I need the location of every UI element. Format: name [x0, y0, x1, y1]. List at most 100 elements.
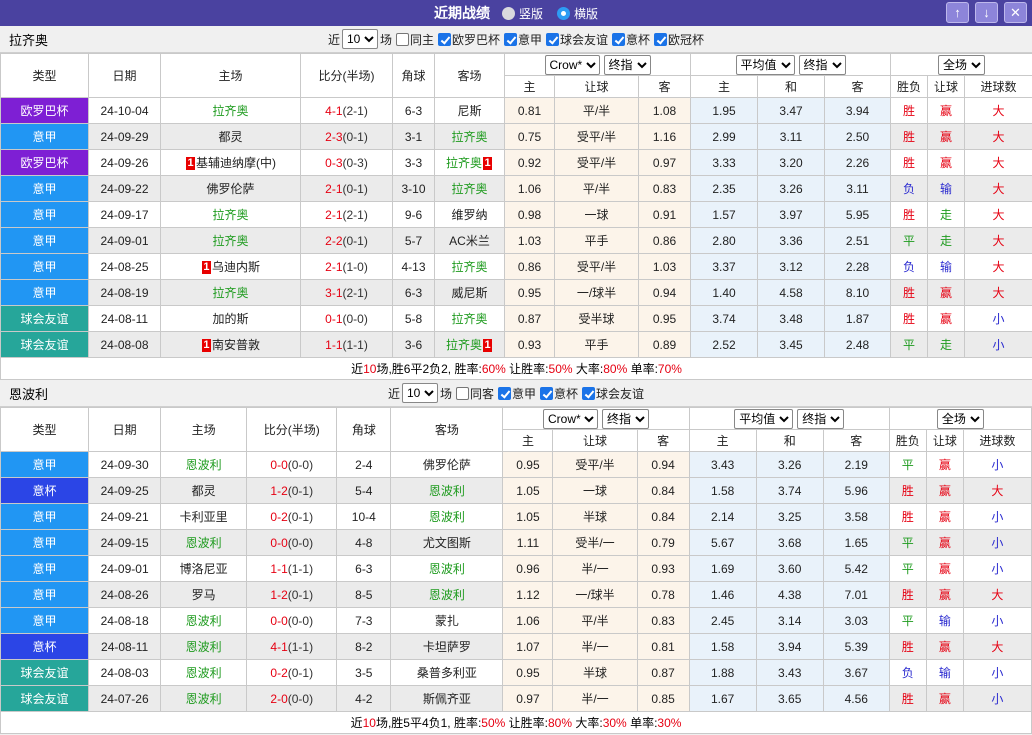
summary-segment: 30% — [657, 716, 681, 730]
corner-cell: 3-3 — [393, 150, 435, 176]
match-type-cell: 意甲 — [1, 582, 89, 608]
layout-radio-item[interactable]: 横版 — [557, 5, 598, 22]
same-venue-filter[interactable]: 同客 — [456, 385, 494, 402]
corner-cell: 6-3 — [393, 280, 435, 306]
league-filter-item[interactable]: 球会友谊 — [546, 31, 608, 48]
bookmaker-select[interactable]: Crow* — [543, 409, 598, 429]
layout-radio-item[interactable]: 竖版 — [502, 5, 543, 22]
radio-label: 横版 — [574, 5, 598, 22]
league-checkbox[interactable] — [582, 387, 595, 400]
home-odds-cell: 1.03 — [505, 228, 555, 254]
home-odds-cell: 1.07 — [503, 634, 553, 660]
league-checkbox[interactable] — [438, 33, 451, 46]
league-checkbox[interactable] — [540, 387, 553, 400]
scope-select[interactable]: 全场 — [937, 409, 984, 429]
handicap-result-cell: 赢 — [926, 582, 963, 608]
match-date-cell: 24-09-15 — [89, 530, 161, 556]
match-date-cell: 24-08-25 — [89, 254, 161, 280]
away-odds-cell: 0.94 — [639, 280, 691, 306]
average-select[interactable]: 平均值 — [734, 409, 793, 429]
same-venue-checkbox[interactable] — [456, 387, 469, 400]
handicap-result-cell: 赢 — [926, 504, 963, 530]
radio-icon[interactable] — [557, 7, 570, 20]
col-handicap: 让球 — [553, 430, 637, 452]
col-away: 客场 — [391, 408, 503, 452]
league-filter-item[interactable]: 意甲 — [504, 31, 542, 48]
final-odds-select-2[interactable]: 终指 — [799, 55, 846, 75]
same-venue-checkbox[interactable] — [396, 33, 409, 46]
avg-away-odds-cell: 3.67 — [823, 660, 889, 686]
match-date-cell: 24-09-25 — [89, 478, 161, 504]
avg-away-odds-cell: 5.39 — [823, 634, 889, 660]
corner-cell: 7-3 — [337, 608, 391, 634]
empoli-results-table: 类型 日期 主场 比分(半场) 角球 客场 Crow*终指 平均值终指 全场 主… — [0, 407, 1032, 734]
avg-draw-odds-cell: 3.26 — [758, 176, 825, 202]
avg-home-odds-cell: 1.69 — [689, 556, 756, 582]
league-filter-item[interactable]: 欧冠杯 — [654, 31, 704, 48]
avg-home-odds-cell: 1.88 — [689, 660, 756, 686]
result-cell: 胜 — [891, 280, 928, 306]
handicap-cell: 半球 — [553, 504, 637, 530]
avg-draw-odds-cell: 3.14 — [756, 608, 823, 634]
league-filter-item[interactable]: 球会友谊 — [582, 385, 644, 402]
match-row: 意甲 24-09-29 都灵 2-3(0-1) 3-1 拉齐奥 0.75 受平/… — [1, 124, 1032, 150]
move-down-button[interactable]: ↓ — [975, 2, 998, 23]
match-type-cell: 意甲 — [1, 608, 89, 634]
league-checkbox[interactable] — [612, 33, 625, 46]
match-type-cell: 意杯 — [1, 634, 89, 660]
match-row: 欧罗巴杯 24-09-26 1基辅迪纳摩(中) 0-3(0-3) 3-3 拉齐奥… — [1, 150, 1032, 176]
home-odds-cell: 0.93 — [505, 332, 555, 358]
empoli-filter-band: 恩波利 近 10 场 同客 意甲意杯球会友谊 — [0, 380, 1032, 407]
match-row: 意杯 24-08-11 恩波利 4-1(1-1) 8-2 卡坦萨罗 1.07 半… — [1, 634, 1032, 660]
league-checkbox[interactable] — [504, 33, 517, 46]
recent-count-select[interactable]: 10 — [402, 383, 438, 403]
layout-radio-group: 竖版 横版 — [502, 5, 598, 22]
goals-cell: 大 — [965, 150, 1032, 176]
final-odds-select-2[interactable]: 终指 — [797, 409, 844, 429]
corner-cell: 5-8 — [393, 306, 435, 332]
col-type: 类型 — [1, 408, 89, 452]
goals-cell: 小 — [965, 306, 1032, 332]
corner-cell: 3-1 — [393, 124, 435, 150]
summary-segment: 单率: — [627, 716, 658, 730]
avg-away-odds-cell: 5.96 — [823, 478, 889, 504]
recent-count-select[interactable]: 10 — [342, 29, 378, 49]
match-date-cell: 24-08-18 — [89, 608, 161, 634]
avg-draw-odds-cell: 3.45 — [758, 332, 825, 358]
league-checkbox[interactable] — [498, 387, 511, 400]
league-filter-item[interactable]: 意杯 — [612, 31, 650, 48]
away-odds-cell: 0.83 — [639, 176, 691, 202]
result-cell: 胜 — [891, 202, 928, 228]
summary-text: 近10场,胜5平4负1, 胜率:50% 让胜率:80% 大率:30% 单率:30… — [1, 712, 1032, 734]
avg-draw-odds-cell: 3.65 — [756, 686, 823, 712]
league-checkbox[interactable] — [654, 33, 667, 46]
final-odds-select[interactable]: 终指 — [602, 409, 649, 429]
league-filter-item[interactable]: 意杯 — [540, 385, 578, 402]
handicap-odds-group: Crow*终指 — [503, 408, 689, 430]
result-cell: 负 — [891, 254, 928, 280]
close-button[interactable]: ✕ — [1004, 2, 1027, 23]
avg-home-odds-cell: 1.58 — [689, 634, 756, 660]
bookmaker-select[interactable]: Crow* — [545, 55, 600, 75]
league-filter-item[interactable]: 意甲 — [498, 385, 536, 402]
match-type-cell: 球会友谊 — [1, 660, 89, 686]
close-icon: ✕ — [1010, 5, 1021, 20]
same-venue-filter[interactable]: 同主 — [396, 31, 434, 48]
move-up-button[interactable]: ↑ — [946, 2, 969, 23]
avg-draw-odds-cell: 4.58 — [758, 280, 825, 306]
section-team-name: 恩波利 — [9, 384, 48, 403]
final-odds-select[interactable]: 终指 — [604, 55, 651, 75]
average-select[interactable]: 平均值 — [736, 55, 795, 75]
home-team-cell: 1乌迪内斯 — [161, 254, 301, 280]
average-odds-group: 平均值终指 — [691, 54, 891, 76]
goals-cell: 小 — [963, 660, 1031, 686]
radio-icon[interactable] — [502, 7, 515, 20]
scope-select[interactable]: 全场 — [938, 55, 985, 75]
home-team-cell: 拉齐奥 — [161, 202, 301, 228]
match-row: 意甲 24-09-01 拉齐奥 2-2(0-1) 5-7 AC米兰 1.03 平… — [1, 228, 1032, 254]
league-checkbox[interactable] — [546, 33, 559, 46]
handicap-result-cell: 走 — [928, 228, 965, 254]
league-filter-item[interactable]: 欧罗巴杯 — [438, 31, 500, 48]
match-date-cell: 24-09-30 — [89, 452, 161, 478]
home-odds-cell: 0.96 — [503, 556, 553, 582]
